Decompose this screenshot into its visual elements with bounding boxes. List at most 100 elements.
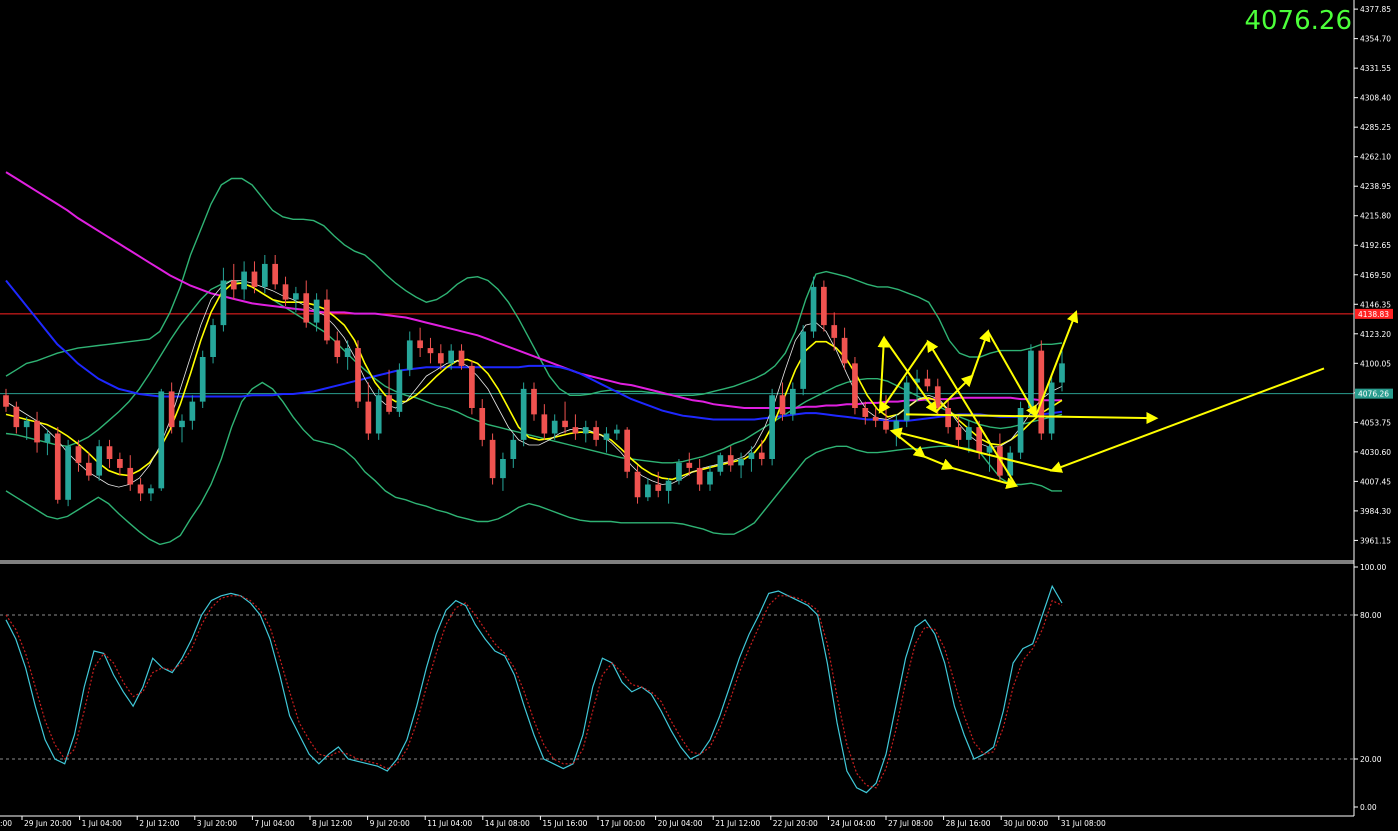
candle-body [1038, 350, 1045, 434]
candle-body [976, 427, 983, 453]
candle-body [396, 369, 403, 412]
candle-body [324, 299, 330, 341]
candle-body [934, 386, 941, 408]
candle-body [862, 408, 869, 417]
time-tick-label: 31 Jul 08:00 [1061, 819, 1106, 828]
candle-body [758, 452, 765, 459]
candle-body [386, 395, 392, 412]
candle-body [220, 280, 227, 326]
price-tick-label: 4308.40 [1360, 94, 1391, 103]
candle-body [406, 340, 413, 370]
candle-body [479, 408, 486, 440]
price-tick-label: 4123.20 [1360, 330, 1391, 339]
candle-body [945, 408, 951, 428]
time-tick-label: 14 Jul 08:00 [485, 819, 530, 828]
candle-body [727, 455, 734, 466]
candle-body [717, 455, 724, 472]
candle-body [872, 416, 879, 421]
candle-body [613, 429, 620, 434]
candle-body [841, 337, 848, 364]
candle-body [117, 459, 123, 468]
price-tick-label: 4146.35 [1360, 300, 1391, 309]
time-tick-label: 15 Jul 16:00 [542, 819, 587, 828]
candle-body [624, 429, 631, 472]
candle-body [582, 427, 589, 434]
candle-body [158, 391, 165, 489]
price-tick-label: 3984.30 [1360, 507, 1391, 516]
candle-body [603, 433, 610, 440]
candle-body [437, 353, 444, 364]
candle-body [375, 395, 382, 434]
price-tick-label: 4215.80 [1360, 212, 1391, 221]
time-tick-label: 2 Jul 12:00 [139, 819, 179, 828]
time-tick-label-partial: :00 [0, 819, 12, 828]
candle-body [44, 433, 51, 443]
candle-body [148, 488, 154, 494]
candle-body [199, 357, 206, 402]
time-tick-label: 22 Jul 20:00 [773, 819, 818, 828]
time-tick-label: 29 Jun 20:00 [24, 819, 72, 828]
candle-body [965, 427, 972, 440]
candle-body [520, 388, 527, 440]
candle-body [779, 395, 786, 415]
time-tick-label: 8 Jul 12:00 [312, 819, 352, 828]
candle-body [634, 471, 641, 498]
candle-body [448, 350, 455, 364]
time-tick-label: 11 Jul 04:00 [427, 819, 472, 828]
candle-body [562, 420, 568, 428]
candle-body [65, 446, 71, 500]
time-tick-label: 24 Jul 04:00 [830, 819, 875, 828]
candle-body [789, 388, 796, 415]
oscillator-tick-label: 100.00 [1360, 563, 1386, 572]
candle-body [696, 467, 703, 485]
price-tick-label: 4192.65 [1360, 241, 1391, 250]
candle-body [748, 452, 755, 459]
candle-body [334, 340, 341, 357]
candle-body [551, 420, 558, 434]
candle-body [23, 420, 30, 428]
candle-body [676, 462, 682, 481]
time-tick-label: 27 Jul 08:00 [888, 819, 933, 828]
trading-chart[interactable]: 4377.85 4354.70 4331.55 4308.40 4285.25 4262.… [0, 0, 1398, 831]
candle-body [883, 420, 889, 430]
candle-body [365, 401, 372, 434]
candle-body [127, 467, 134, 485]
candle-body [1059, 363, 1065, 383]
candle-body [572, 427, 579, 434]
candle-body [96, 446, 103, 476]
candle-body [427, 348, 434, 354]
candle-body [54, 433, 61, 500]
time-tick-label: 7 Jul 04:00 [254, 819, 294, 828]
time-tick-label: 28 Jul 16:00 [946, 819, 991, 828]
candle-body [1017, 408, 1024, 453]
candle-body [85, 462, 92, 476]
price-tick-label: 4262.10 [1360, 153, 1391, 162]
oscillator-tick-label: 0.00 [1360, 803, 1377, 812]
candle-body [665, 480, 672, 491]
candle-body [75, 446, 82, 463]
candle-body [1028, 350, 1034, 408]
candle-body [593, 427, 599, 440]
candle-body [800, 331, 807, 389]
candle-body [293, 293, 299, 300]
time-tick-label: 30 Jul 00:00 [1003, 819, 1048, 828]
candle-body [541, 414, 548, 434]
candle-body [344, 348, 351, 357]
current-price-readout: 4076.26 [1244, 6, 1352, 36]
current-price-tag-label: 4076.26 [1358, 390, 1389, 399]
price-tick-label: 4007.45 [1360, 477, 1391, 486]
candle-body [489, 439, 496, 479]
price-tick-label: 3961.15 [1360, 536, 1391, 545]
candle-body [645, 484, 651, 498]
price-tick-label: 4354.70 [1360, 35, 1391, 44]
candle-body [251, 271, 258, 287]
price-tick-label: 4331.55 [1360, 64, 1391, 73]
time-tick-label: 3 Jul 20:00 [197, 819, 237, 828]
price-tick-label: 4285.25 [1360, 123, 1391, 132]
candle-body [469, 365, 475, 408]
candle-body [831, 325, 838, 338]
resistance-price-tag-label: 4138.83 [1358, 310, 1389, 319]
candle-body [137, 484, 144, 494]
candle-body [241, 271, 247, 290]
candle-body [852, 363, 858, 408]
